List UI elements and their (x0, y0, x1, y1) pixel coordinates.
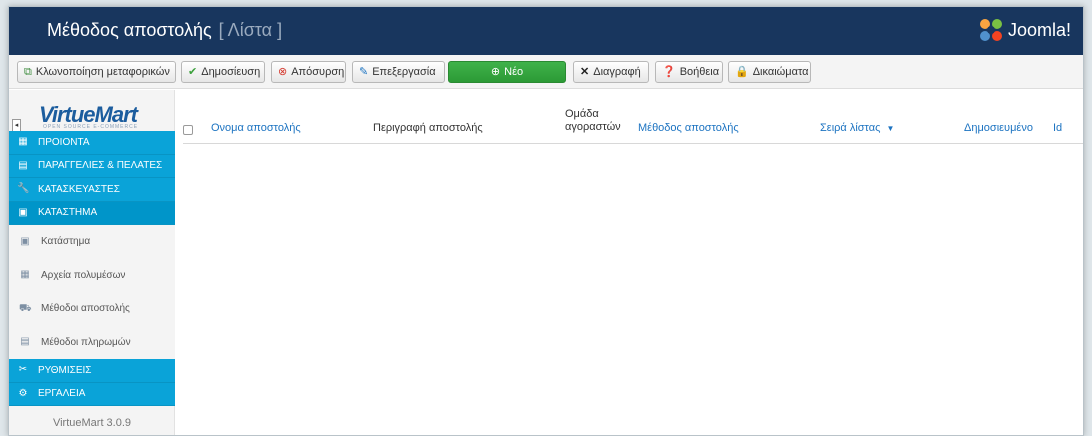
store-icon: ▣ (20, 235, 30, 247)
main-content: Ονομα αποστολής Περιγραφή αποστολής Ομάδ… (183, 90, 1083, 435)
clone-shipment-button[interactable]: ⧉ Κλωνοποίηση μεταφορικών (17, 61, 176, 83)
submenu-shipment-label: Μέθοδοι αποστολής (41, 303, 130, 315)
copy-icon: ⧉ (24, 65, 32, 78)
tools-icon: ⚙ (18, 387, 28, 399)
settings-icon: ✂ (18, 364, 28, 376)
manufacturers-icon: 🔧 (17, 183, 30, 195)
menu-store-label: ΚΑΤΑΣΤΗΜΑ (38, 207, 98, 219)
column-shipment-name[interactable]: Ονομα αποστολής (211, 122, 301, 134)
column-shopper-group-line1: Ομάδα (565, 108, 599, 120)
menu-products-label: ΠΡΟΙΟΝΤΑ (38, 136, 90, 148)
menu-settings-label: ΡΥΘΜΙΣΕΙΣ (38, 364, 92, 376)
help-button[interactable]: ❓ Βοήθεια (655, 61, 723, 83)
submenu-media-label: Αρχεία πολυμέσων (41, 269, 126, 281)
menu-orders-customers[interactable]: ▤ ΠΑΡΑΓΓΕΛΙΕΣ & ΠΕΛΑΤΕΣ (9, 154, 175, 178)
delete-icon: ✕ (580, 65, 590, 78)
submenu-store-label: Κατάστημα (41, 236, 91, 248)
virtuemart-version: VirtueMart 3.0.9 (52, 417, 132, 429)
joomla-icon (979, 19, 1002, 41)
store-icon: ▣ (18, 206, 28, 218)
toolbar: ⧉ Κλωνοποίηση μεταφορικών ✔ Δημοσίευση ⊗… (9, 55, 1083, 89)
table-header: Ονομα αποστολής Περιγραφή αποστολής Ομάδ… (183, 102, 1083, 144)
publish-label: Δημοσίευση (201, 66, 261, 78)
menu-manufacturers-label: ΚΑΤΑΣΚΕΥΑΣΤΕΣ (38, 183, 120, 195)
menu-manufacturers[interactable]: 🔧 ΚΑΤΑΣΚΕΥΑΣΤΕΣ (9, 178, 175, 202)
virtuemart-logo-tagline: OPEN SOURCE E-COMMERCE (43, 124, 139, 130)
clone-shipment-label: Κλωνοποίηση μεταφορικών (35, 66, 170, 78)
column-published[interactable]: Δημοσιευμένο (964, 122, 1033, 134)
permissions-label: Δικαιώματα (752, 66, 809, 78)
edit-icon: ✎ (359, 65, 369, 78)
sidebar-menu: ▦ ΠΡΟΙΟΝΤΑ ▤ ΠΑΡΑΓΓΕΛΙΕΣ & ΠΕΛΑΤΕΣ 🔧 ΚΑΤ… (9, 131, 175, 406)
truck-icon: ⛟ (19, 302, 32, 314)
page-subtitle: [ Λίστα ] (218, 20, 283, 40)
plus-circle-icon: ⊕ (490, 65, 501, 78)
menu-tools[interactable]: ⚙ ΕΡΓΑΛΕΙΑ (9, 382, 175, 406)
orders-icon: ▤ (18, 159, 28, 171)
select-all-checkbox[interactable] (183, 125, 193, 135)
app-window: Μέθοδος αποστολής [ Λίστα ] Joomla! ⧉ Κλ… (8, 6, 1084, 436)
media-icon: ▦ (20, 269, 30, 281)
menu-products[interactable]: ▦ ΠΡΟΙΟΝΤΑ (9, 131, 175, 155)
unpublish-label: Απόσυρση (291, 66, 345, 78)
submenu-payment-methods[interactable]: ▤ Μέθοδοι πληρωμών (9, 325, 175, 359)
permissions-button[interactable]: 🔒 Δικαιώματα (728, 61, 811, 83)
unpublish-icon: ⊗ (278, 65, 288, 78)
submenu-store[interactable]: ▣ Κατάστημα (9, 225, 175, 259)
new-button[interactable]: ⊕ Νέο (448, 61, 566, 83)
unpublish-button[interactable]: ⊗ Απόσυρση (271, 61, 346, 83)
column-list-order[interactable]: Σειρά λίστας ▼ (820, 122, 894, 134)
sidebar: VirtueMart OPEN SOURCE E-COMMERCE ◂ ▦ ΠΡ… (9, 90, 175, 435)
page-title-text: Μέθοδος αποστολής (47, 20, 212, 40)
help-icon: ❓ (662, 65, 676, 78)
submenu-media-files[interactable]: ▦ Αρχεία πολυμέσων (9, 258, 175, 292)
edit-label: Επεξεργασία (372, 66, 436, 78)
delete-button[interactable]: ✕ Διαγραφή (573, 61, 649, 83)
column-shopper-group: Ομάδα αγοραστών (565, 108, 621, 134)
joomla-brand-text: Joomla! (1007, 19, 1071, 40)
new-label: Νέο (504, 66, 524, 78)
column-list-order-label: Σειρά λίστας (820, 122, 881, 134)
lock-icon: 🔒 (735, 65, 749, 78)
check-icon: ✔ (188, 65, 198, 78)
column-id[interactable]: Id (1053, 122, 1062, 134)
submenu-payment-label: Μέθοδοι πληρωμών (41, 336, 131, 348)
page-header: Μέθοδος αποστολής [ Λίστα ] Joomla! (9, 7, 1083, 55)
column-shipment-description: Περιγραφή αποστολής (373, 122, 483, 134)
column-shopper-group-line2: αγοραστών (565, 121, 621, 133)
products-icon: ▦ (18, 136, 28, 148)
menu-store[interactable]: ▣ ΚΑΤΑΣΤΗΜΑ (9, 201, 175, 225)
edit-button[interactable]: ✎ Επεξεργασία (352, 61, 445, 83)
joomla-logo[interactable]: Joomla! (978, 17, 1071, 43)
menu-orders-label: ΠΑΡΑΓΓΕΛΙΕΣ & ΠΕΛΑΤΕΣ (38, 160, 163, 172)
submenu-shipment-methods[interactable]: ⛟ Μέθοδοι αποστολής (9, 292, 175, 326)
payment-icon: ▤ (20, 336, 30, 348)
menu-settings[interactable]: ✂ ΡΥΘΜΙΣΕΙΣ (9, 359, 175, 383)
column-shipment-method[interactable]: Μέθοδος αποστολής (638, 122, 739, 134)
help-label: Βοήθεια (679, 66, 720, 78)
delete-label: Διαγραφή (593, 66, 641, 78)
menu-tools-label: ΕΡΓΑΛΕΙΑ (38, 388, 86, 400)
publish-button[interactable]: ✔ Δημοσίευση (181, 61, 265, 83)
sort-desc-icon: ▼ (886, 124, 895, 133)
page-title: Μέθοδος αποστολής [ Λίστα ] (47, 20, 282, 41)
